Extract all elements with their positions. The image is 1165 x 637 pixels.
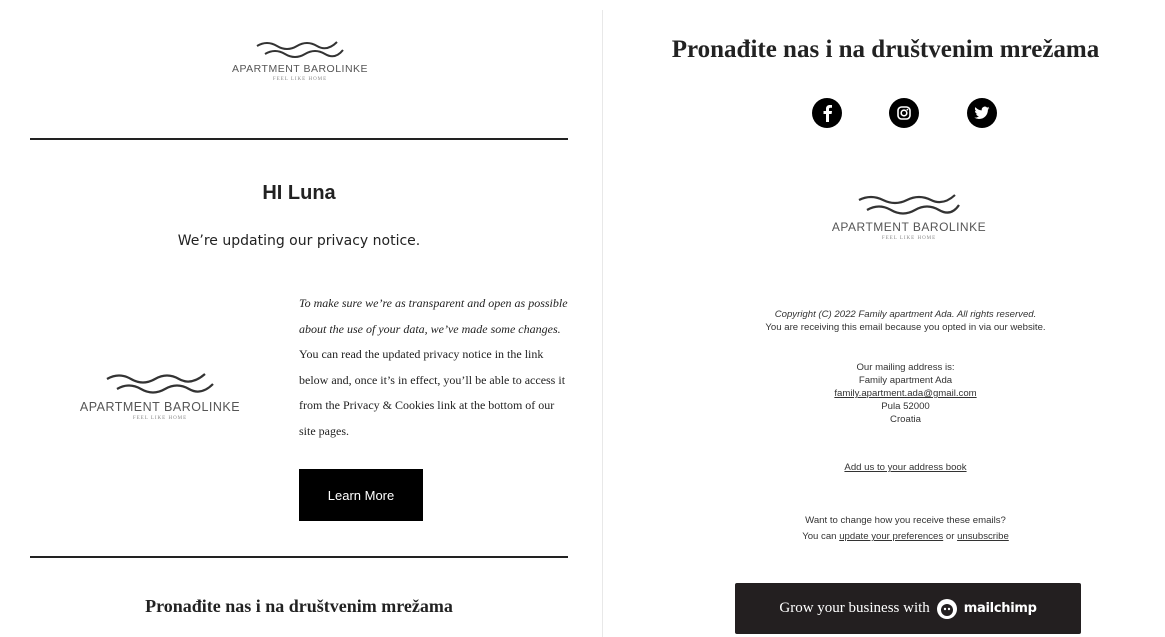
social-heading-left: Pronađite nas i na društvenim mrežama <box>145 596 453 616</box>
unsubscribe-link[interactable]: unsubscribe <box>957 531 1009 542</box>
opted-in-text: You are receiving this email because you… <box>765 322 1046 333</box>
preferences-line: You can update your preferences or unsub… <box>606 530 1165 543</box>
copyright-text: Copyright (C) 2022 Family apartment Ada.… <box>774 309 1037 320</box>
instagram-icon[interactable] <box>889 98 919 128</box>
top-divider <box>30 138 568 140</box>
address-name: Family apartment Ada <box>858 375 953 386</box>
wave-logo-icon <box>106 373 214 394</box>
social-heading-right: Pronađite nas i na društvenim mrežama <box>671 36 1100 63</box>
privacy-subheading: We’re updating our privacy notice. <box>177 233 421 249</box>
footer-logo: APARTMENT BAROLINKE FEEL LIKE HOME <box>826 192 992 241</box>
logo-brand: APARTMENT BAROLINKE <box>831 220 987 234</box>
privacy-body-regular: You can read the updated privacy notice … <box>299 347 566 438</box>
mailchimp-badge[interactable]: Grow your business with mailchimp <box>735 583 1081 634</box>
logo-tagline: FEEL LIKE HOME <box>272 77 328 82</box>
facebook-icon[interactable] <box>812 98 842 128</box>
change-prompt: Want to change how you receive these ema… <box>805 515 1006 526</box>
you-can-text: You can <box>802 531 840 542</box>
wave-logo-icon <box>858 194 960 215</box>
address-email-link[interactable]: family.apartment.ada@gmail.com <box>606 387 1165 400</box>
twitter-icon[interactable] <box>967 98 997 128</box>
logo-brand: APARTMENT BAROLINKE <box>231 63 369 75</box>
address-city: Pula 52000 <box>881 401 930 412</box>
wave-logo-icon <box>256 41 344 58</box>
badge-brand: mailchimp <box>963 601 1037 616</box>
address-country: Croatia <box>890 414 921 425</box>
body-logo: APARTMENT BAROLINKE FEEL LIKE HOME <box>70 370 250 421</box>
logo-tagline: FEEL LIKE HOME <box>881 236 937 241</box>
panel-divider <box>602 10 603 637</box>
email-preview-left: APARTMENT BAROLINKE FEEL LIKE HOME HI Lu… <box>0 0 600 637</box>
logo-tagline: FEEL LIKE HOME <box>132 416 188 421</box>
bottom-divider <box>30 556 568 558</box>
add-address-book-link[interactable]: Add us to your address book <box>606 461 1165 474</box>
learn-more-button[interactable]: Learn More <box>299 469 423 521</box>
privacy-body-italic: To make sure we’re as transparent and op… <box>299 296 568 336</box>
mailchimp-logo-icon <box>936 598 957 619</box>
or-text: or <box>943 531 958 542</box>
badge-text: Grow your business with <box>779 600 930 616</box>
update-preferences-link[interactable]: update your preferences <box>839 531 943 542</box>
logo-brand: APARTMENT BAROLINKE <box>79 400 241 414</box>
greeting-heading: HI Luna <box>262 182 336 204</box>
mailing-label: Our mailing address is: <box>856 362 955 373</box>
header-logo: APARTMENT BAROLINKE FEEL LIKE HOME <box>230 38 370 82</box>
privacy-body-text: To make sure we’re as transparent and op… <box>299 291 569 444</box>
